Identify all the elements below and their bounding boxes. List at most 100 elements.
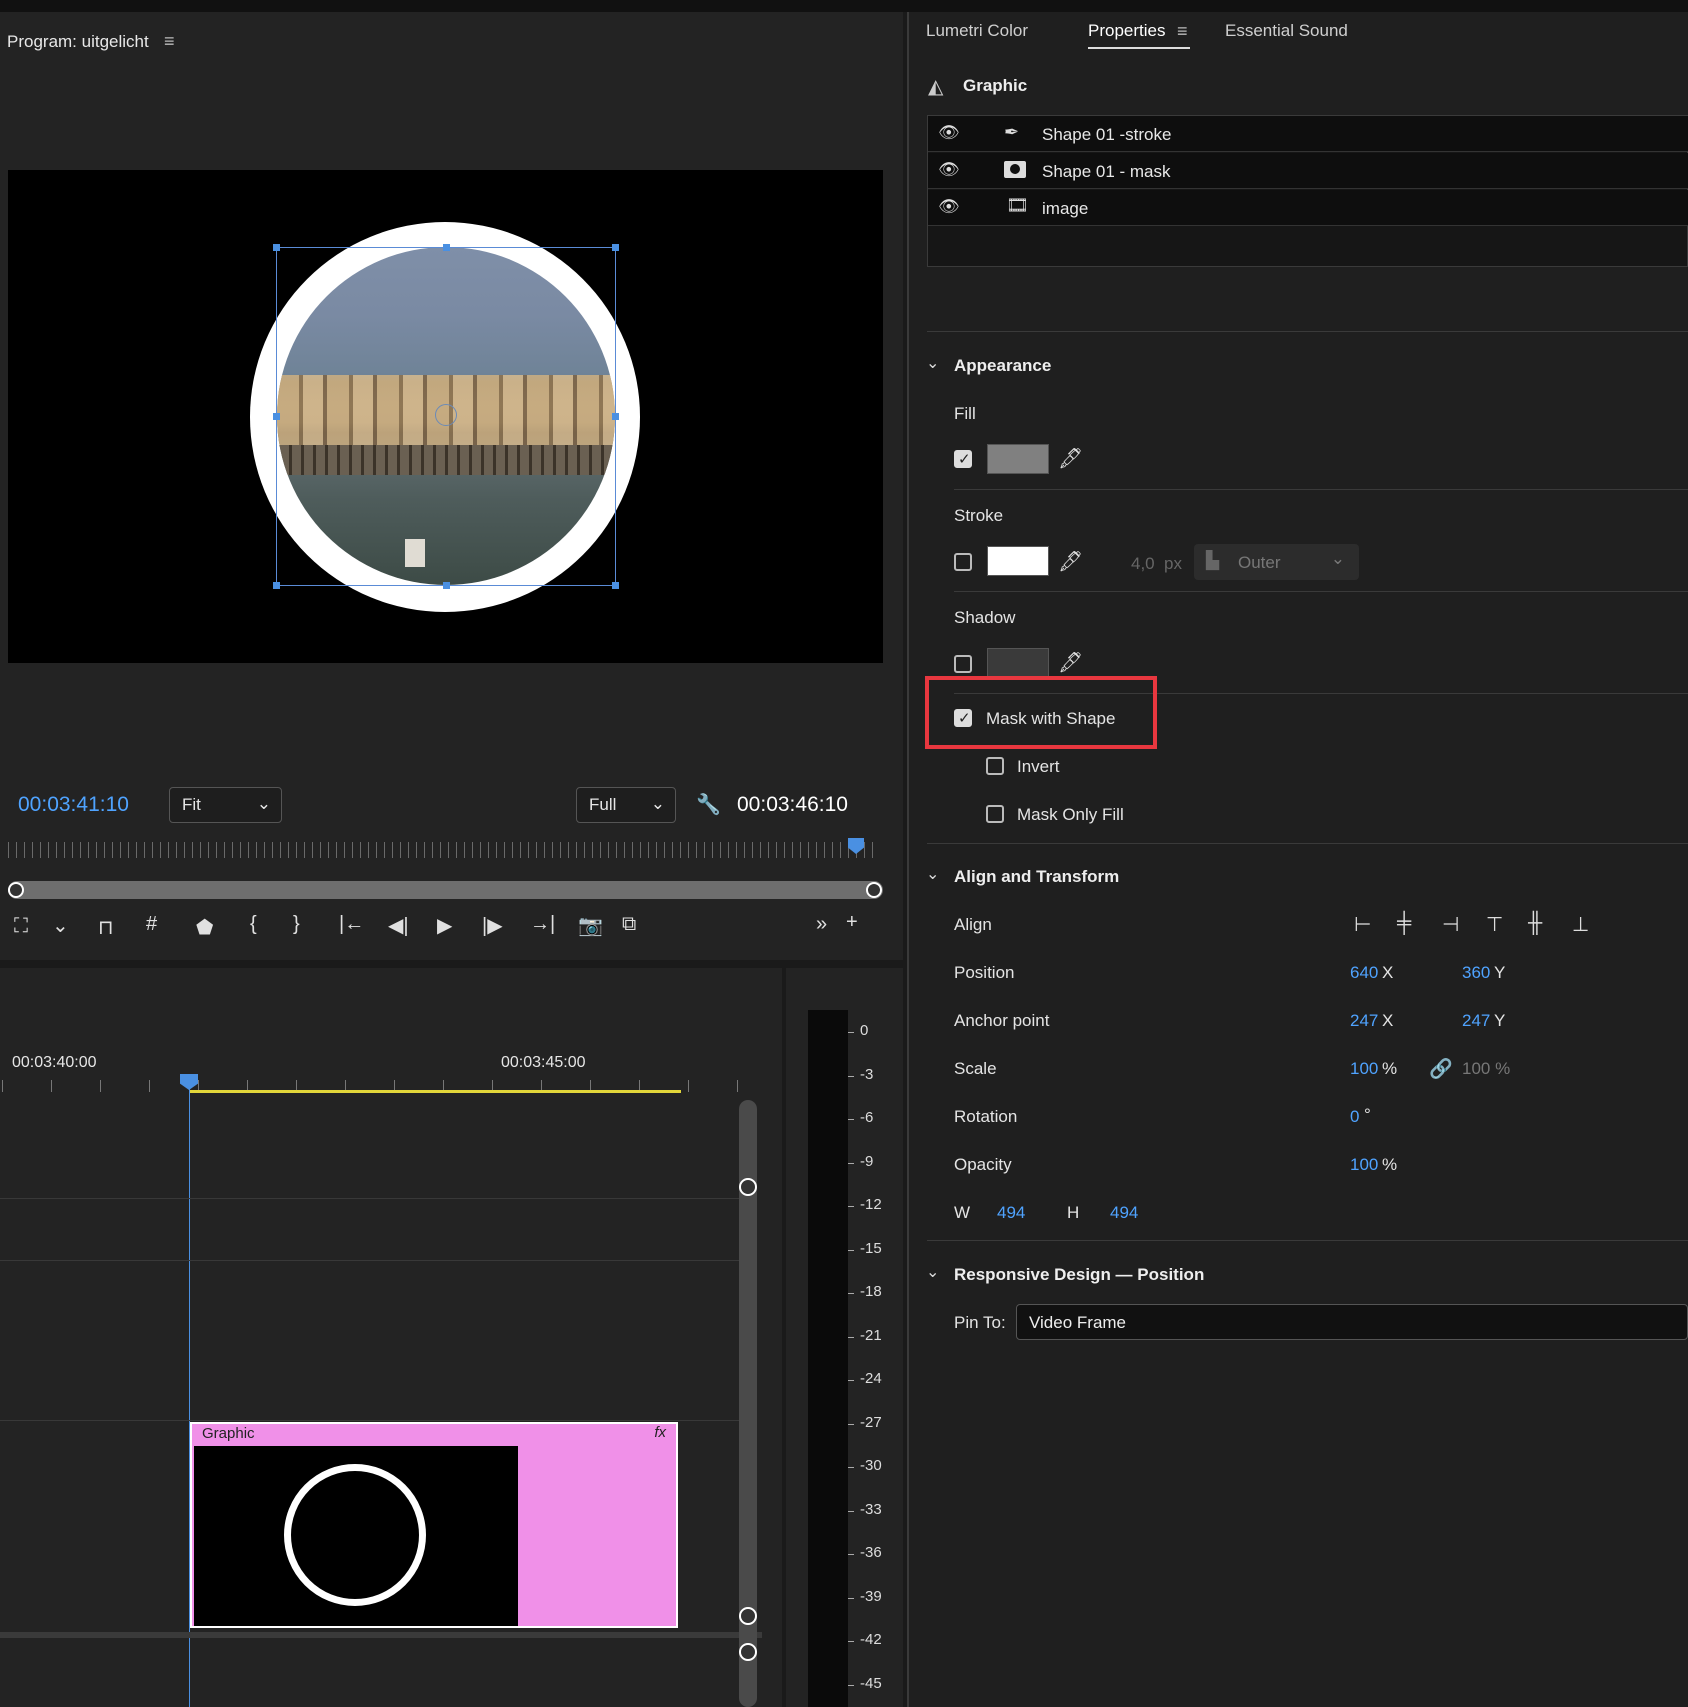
layer-row[interactable]: 👁 ✒ Shape 01 -stroke [928,116,1688,152]
hamburger-icon[interactable]: ≡ [164,31,175,52]
position-y-value[interactable]: 360 [1462,963,1490,983]
position-x-value[interactable]: 640 [1350,963,1378,983]
tab-lumetri-color[interactable]: Lumetri Color [926,21,1028,41]
scroll-handle[interactable] [739,1178,757,1196]
fill-checkbox[interactable] [954,450,972,468]
mark-in-icon[interactable]: { [250,913,257,936]
play-icon[interactable]: ▶ [437,913,452,938]
current-timecode[interactable]: 00:03:41:10 [18,793,129,817]
eyedropper-icon[interactable]: 🖋 [1058,446,1083,471]
align-left-icon[interactable]: ⊢ [1354,912,1371,937]
meter-scale-label: -39 [860,1587,882,1605]
add-button-icon[interactable]: + [846,911,858,934]
resize-handle[interactable] [273,413,280,420]
anchor-y-value[interactable]: 247 [1462,1011,1490,1031]
opacity-value[interactable]: 100 [1350,1155,1378,1175]
stroke-type-select[interactable]: ▙ Outer ⌄ [1194,544,1359,580]
scroll-handle[interactable] [739,1607,757,1625]
mark-out-icon[interactable]: } [293,913,300,936]
align-transform-title[interactable]: Align and Transform [954,867,1119,887]
grid-icon[interactable]: # [146,913,157,936]
rotation-value[interactable]: 0 [1350,1107,1359,1127]
scale-value[interactable]: 100 [1350,1059,1378,1079]
resize-handle[interactable] [273,244,280,251]
quality-select[interactable]: Full ⌄ [576,787,676,823]
go-to-in-icon[interactable]: |← [339,913,364,936]
appearance-title[interactable]: Appearance [954,356,1051,376]
eye-icon[interactable]: 👁 [938,123,960,143]
meter-scale-label: -18 [860,1283,882,1300]
meter-scale-label: -36 [860,1544,882,1561]
safe-margins-icon[interactable]: ⛶ [14,915,28,938]
tab-essential-sound[interactable]: Essential Sound [1225,21,1348,41]
resize-handle[interactable] [612,413,619,420]
layer-row[interactable]: 👁 Shape 01 - mask [928,153,1688,189]
add-marker-icon[interactable]: ⬟ [196,915,213,940]
monitor-ruler[interactable] [8,842,880,858]
export-frame-icon[interactable]: 📷 [578,913,603,938]
fill-color-swatch[interactable] [987,444,1049,474]
height-value[interactable]: 494 [1110,1203,1138,1223]
fx-badge[interactable]: fx [654,1424,666,1441]
chevron-down-icon[interactable]: ⌄ [926,864,939,884]
meter-tick [848,1554,854,1555]
responsive-design-title[interactable]: Responsive Design — Position [954,1265,1204,1285]
anchor-x-value[interactable]: 247 [1350,1011,1378,1031]
mask-with-shape-checkbox[interactable] [954,709,972,727]
resize-handle[interactable] [612,244,619,251]
width-value[interactable]: 494 [997,1203,1025,1223]
go-to-out-icon[interactable]: →| [530,913,555,936]
step-back-icon[interactable]: ◀| [388,913,409,938]
link-icon[interactable]: 🔗 [1429,1057,1453,1081]
eyedropper-icon[interactable]: 🖋 [1058,650,1083,675]
zoom-select[interactable]: Fit ⌄ [169,787,282,823]
invert-label[interactable]: Invert [1017,757,1060,777]
shadow-checkbox[interactable] [954,655,972,673]
invert-checkbox[interactable] [986,757,1004,775]
align-bottom-icon[interactable]: ⊥ [1572,912,1589,937]
scroll-handle[interactable] [739,1643,757,1661]
anchor-point-icon[interactable] [435,404,457,426]
ruler-icon[interactable]: ⊓ [98,915,114,940]
mask-with-shape-label[interactable]: Mask with Shape [986,709,1115,729]
stroke-width-value[interactable]: 4,0 [1131,554,1155,574]
layer-row[interactable]: 👁 🎞 image [928,190,1688,226]
eye-icon[interactable]: 👁 [938,197,960,217]
align-right-icon[interactable]: ⊣ [1442,912,1459,937]
tab-properties[interactable]: Properties [1088,21,1165,41]
work-area-bar[interactable] [189,1090,681,1093]
wrench-icon[interactable]: 🔧 [696,792,721,817]
clip-thumbnail [194,1446,518,1626]
graphic-clip[interactable]: Graphic fx [190,1422,678,1628]
align-center-v-icon[interactable]: ╫ [1528,912,1542,935]
eye-icon[interactable]: 👁 [938,160,960,180]
stroke-color-swatch[interactable] [987,546,1049,576]
align-top-icon[interactable]: ⊤ [1486,912,1503,937]
resize-handle[interactable] [443,582,450,589]
mask-only-fill-checkbox[interactable] [986,805,1004,823]
step-forward-icon[interactable]: |▶ [482,913,503,938]
chevron-down-icon[interactable]: ⌄ [926,353,939,373]
align-center-h-icon[interactable]: ╪ [1397,912,1411,935]
eyedropper-icon[interactable]: 🖋 [1058,549,1083,574]
scroll-handle-left[interactable] [8,882,24,898]
resize-handle[interactable] [612,582,619,589]
pin-to-select[interactable]: Video Frame [1016,1304,1688,1340]
selection-bounding-box[interactable] [273,244,619,589]
scale-label: Scale [954,1059,997,1078]
scroll-handle-right[interactable] [866,882,882,898]
compare-view-icon[interactable]: ⧉ [622,913,636,936]
resize-handle[interactable] [273,582,280,589]
more-icon[interactable]: » [816,913,827,936]
zoom-scrollbar[interactable] [8,881,883,899]
top-strip [0,0,1688,12]
audio-meter-panel [786,968,903,1707]
meter-tick [848,1162,854,1164]
resize-handle[interactable] [443,244,450,251]
hamburger-icon[interactable]: ≡ [1177,21,1188,42]
mask-only-fill-label[interactable]: Mask Only Fill [1017,805,1124,825]
shadow-color-swatch[interactable] [987,648,1049,678]
chevron-down-icon[interactable]: ⌄ [926,1262,939,1282]
stroke-checkbox[interactable] [954,553,972,571]
chevron-down-icon[interactable]: ⌄ [52,913,69,938]
